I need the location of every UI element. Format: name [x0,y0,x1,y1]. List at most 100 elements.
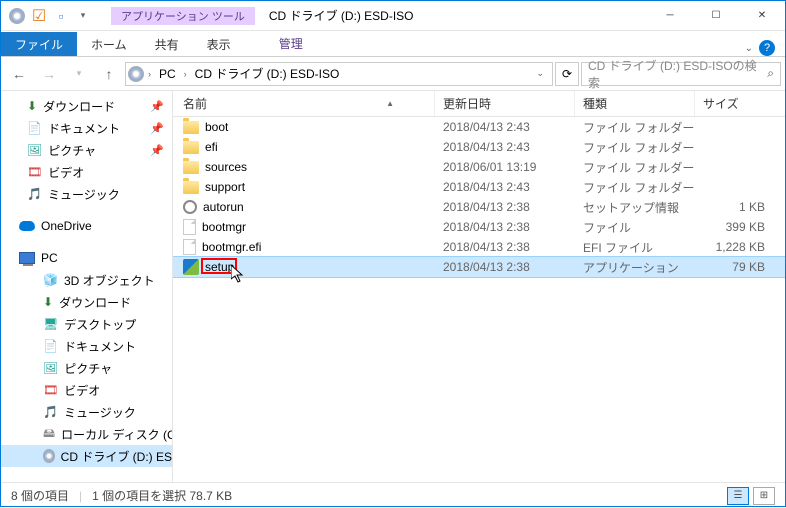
sidebar-videos[interactable]: 🎞ビデオ [1,161,172,183]
pin-icon: 📌 [150,144,172,157]
location-disc-icon [128,66,144,82]
file-name: boot [205,120,228,134]
sort-ascending-icon: ▲ [386,99,394,108]
file-date: 2018/04/13 2:38 [435,220,575,234]
ribbon-expand-icon[interactable]: ⌄ [745,43,753,54]
sidebar-downloads[interactable]: ⬇ダウンロード📌 [1,95,172,117]
file-type: ファイル フォルダー [575,179,695,196]
details-view-button[interactable]: ☰ [727,487,749,505]
folder-icon [183,181,199,194]
file-type: ファイル [575,219,695,236]
sidebar-documents[interactable]: 📄ドキュメント📌 [1,117,172,139]
forward-button[interactable]: → [35,61,63,87]
column-type[interactable]: 種類 [575,91,695,116]
sidebar-music-2[interactable]: 🎵ミュージック [1,401,172,423]
tab-manage[interactable]: 管理 [265,31,317,56]
column-name[interactable]: 名前▲ [173,91,435,116]
file-name: efi [205,140,218,154]
file-name: bootmgr [202,220,246,234]
search-placeholder: CD ドライブ (D:) ESD-ISOの検索 [588,57,767,91]
sidebar-local-disk[interactable]: 🖴ローカル ディスク (C [1,423,172,445]
file-row[interactable]: bootmgr.efi2018/04/13 2:38EFI ファイル1,228 … [173,237,785,257]
file-row[interactable]: support 2018/04/13 2:43ファイル フォルダー [173,177,785,197]
breadcrumb-drive[interactable]: CD ドライブ (D:) ESD-ISO [191,63,344,85]
back-button[interactable]: ← [5,61,33,87]
sidebar-pictures-2[interactable]: 🖼ピクチャ [1,357,172,379]
file-size: 399 KB [695,220,775,234]
app-icon [9,8,25,24]
tab-home[interactable]: ホーム [77,32,141,56]
file-size: 1 KB [695,200,775,214]
refresh-button[interactable]: ⟳ [555,62,579,86]
file-type: ファイル フォルダー [575,139,695,156]
tab-share[interactable]: 共有 [141,32,193,56]
sidebar-videos-2[interactable]: 🎞ビデオ [1,379,172,401]
ribbon-tabs: ファイル ホーム 共有 表示 管理 ⌄ ? [1,31,785,57]
sidebar-pictures[interactable]: 🖼ピクチャ📌 [1,139,172,161]
file-rows: boot2018/04/13 2:43ファイル フォルダーefi2018/04/… [173,117,785,482]
sidebar-onedrive[interactable]: OneDrive [1,215,172,237]
sidebar-desktop[interactable]: 🖥デスクトップ [1,313,172,335]
status-item-count: 8 個の項目 [11,487,69,504]
sidebar-music[interactable]: 🎵ミュージック [1,183,172,205]
column-headers: 名前▲ 更新日時 種類 サイズ [173,91,785,117]
gear-icon [183,200,197,214]
thumbnails-view-button[interactable]: ⊞ [753,487,775,505]
window-title: CD ドライブ (D:) ESD-ISO [255,7,414,24]
file-date: 2018/04/13 2:43 [435,120,575,134]
file-type: EFI ファイル [575,239,695,256]
help-icon[interactable]: ? [759,40,775,56]
file-row[interactable]: boot 2018/04/13 2:43ファイル フォルダー [173,117,785,137]
disc-icon [43,449,55,463]
file-type: ファイル フォルダー [575,119,695,136]
folder-icon [183,161,199,174]
qat-checkbox-icon[interactable]: ☑ [31,8,47,24]
file-list-pane: 名前▲ 更新日時 種類 サイズ boot2018/04/13 2:43ファイル … [173,91,785,482]
file-type: アプリケーション [575,259,695,276]
minimize-button[interactable]: ─ [647,1,693,31]
file-row[interactable]: bootmgr 2018/04/13 2:38ファイル399 KB [173,217,785,237]
navigation-bar: ← → ▾ ↑ › PC › CD ドライブ (D:) ESD-ISO ⌄ ⟳ … [1,57,785,91]
address-dropdown-icon[interactable]: ⌄ [530,68,550,79]
column-date[interactable]: 更新日時 [435,91,575,116]
sidebar-documents-2[interactable]: 📄ドキュメント [1,335,172,357]
chevron-right-icon[interactable]: › [184,69,187,79]
file-icon [183,219,196,235]
sidebar-downloads-2[interactable]: ⬇ダウンロード [1,291,172,313]
qat-properties-icon[interactable]: ▫ [53,8,69,24]
sidebar-pc[interactable]: PC [1,247,172,269]
file-name: autorun [203,200,244,214]
file-row[interactable]: sources2018/06/01 13:19ファイル フォルダー [173,157,785,177]
file-type: セットアップ情報 [575,199,695,216]
file-size: 1,228 KB [695,240,775,254]
recent-dropdown-icon[interactable]: ▾ [65,61,93,87]
file-date: 2018/06/01 13:19 [435,160,575,174]
qat-dropdown-icon[interactable]: ▾ [75,8,91,24]
file-date: 2018/04/13 2:38 [435,200,575,214]
search-input[interactable]: CD ドライブ (D:) ESD-ISOの検索 ⌕ [581,62,781,86]
sidebar-cd-drive[interactable]: CD ドライブ (D:) ES [1,445,172,467]
file-row[interactable]: autorun 2018/04/13 2:38セットアップ情報1 KB [173,197,785,217]
close-button[interactable]: ✕ [739,1,785,31]
tab-view[interactable]: 表示 [193,32,245,56]
breadcrumb-pc[interactable]: PC [155,63,180,85]
maximize-button[interactable]: ☐ [693,1,739,31]
up-button[interactable]: ↑ [95,61,123,87]
file-row[interactable]: setup2018/04/13 2:38アプリケーション79 KB [173,257,785,277]
file-date: 2018/04/13 2:43 [435,180,575,194]
file-name: sources [205,160,247,174]
address-bar[interactable]: › PC › CD ドライブ (D:) ESD-ISO ⌄ [125,62,553,86]
sidebar-3d-objects[interactable]: 🧊3D オブジェクト [1,269,172,291]
file-row[interactable]: efi 2018/04/13 2:43ファイル フォルダー [173,137,785,157]
chevron-right-icon[interactable]: › [148,69,151,79]
search-icon[interactable]: ⌕ [767,66,774,81]
navigation-pane: ⬇ダウンロード📌 📄ドキュメント📌 🖼ピクチャ📌 🎞ビデオ 🎵ミュージック On… [1,91,173,482]
onedrive-icon [19,221,35,231]
file-date: 2018/04/13 2:38 [435,240,575,254]
titlebar: ☑ ▫ ▾ アプリケーション ツール CD ドライブ (D:) ESD-ISO … [1,1,785,31]
column-size[interactable]: サイズ [695,91,775,116]
file-name: support [205,180,245,194]
file-date: 2018/04/13 2:38 [435,260,575,274]
file-date: 2018/04/13 2:43 [435,140,575,154]
tab-file[interactable]: ファイル [1,32,77,56]
